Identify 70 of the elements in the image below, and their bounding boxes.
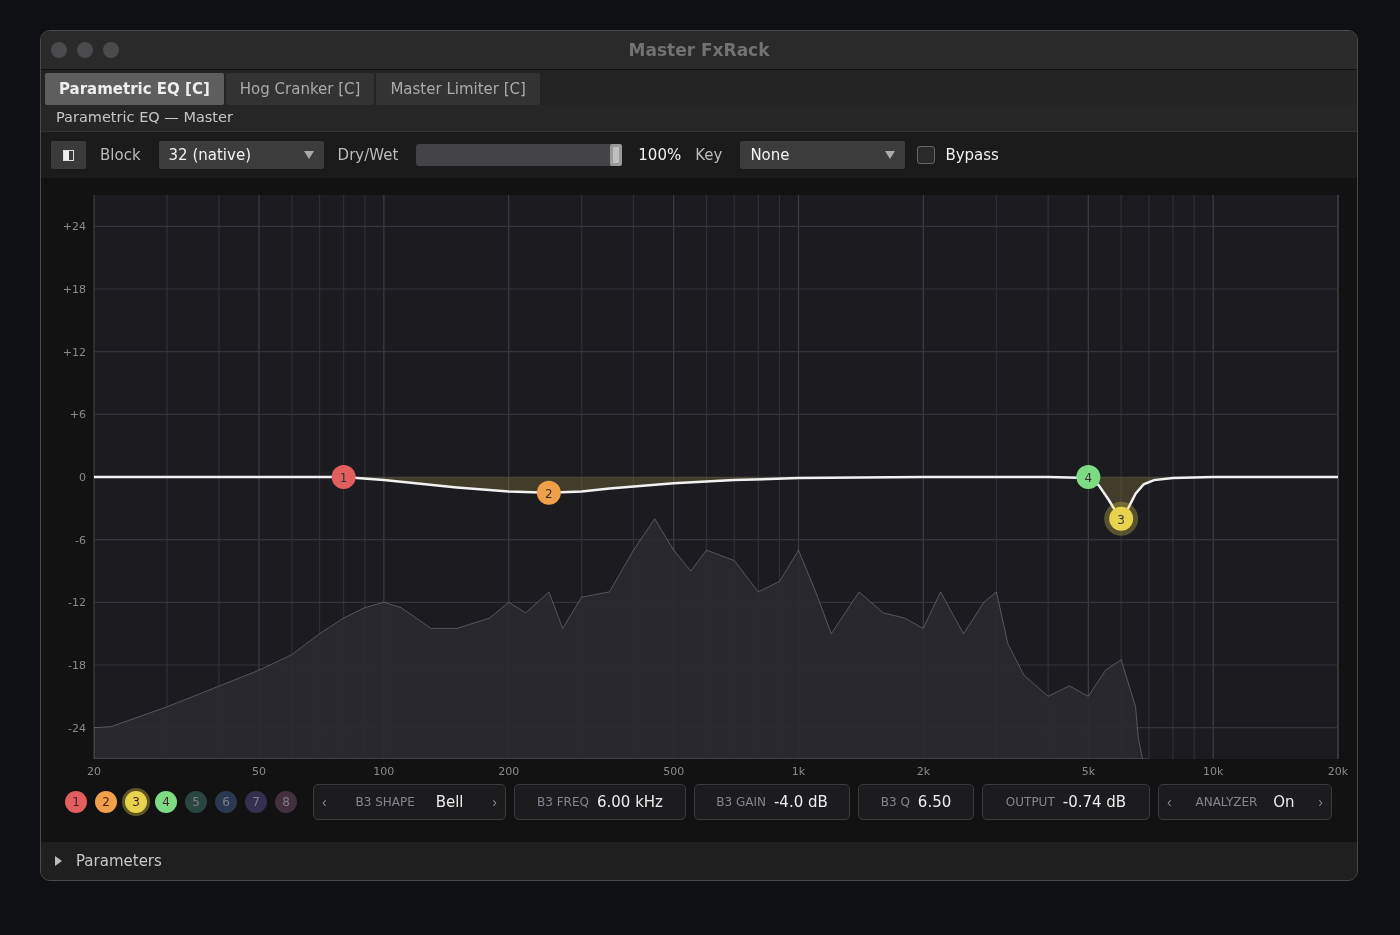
y-axis-label: +12 (62, 345, 86, 359)
sidebar-toggle-button[interactable] (51, 141, 86, 169)
plugin-subtitle: Parametric EQ — Master (56, 109, 233, 125)
y-axis-label: -24 (68, 721, 86, 735)
key-label: Key (695, 146, 723, 164)
bypass-checkbox[interactable] (917, 146, 936, 164)
x-axis-label: 1k (791, 765, 806, 778)
drywet-label: Dry/Wet (337, 146, 399, 164)
y-axis-label: +24 (62, 220, 86, 234)
x-axis-label: 100 (373, 765, 395, 778)
y-axis-label: -18 (68, 659, 86, 672)
x-axis-label: 500 (663, 765, 685, 778)
block-label: Block (100, 146, 141, 164)
next-button[interactable]: › (484, 794, 505, 810)
sidebar-icon (63, 149, 74, 161)
window-title: Master FxRack (628, 40, 770, 60)
parameter-value: 6.00 kHz (596, 793, 663, 811)
plugin-tab[interactable]: Parametric EQ [C] (45, 73, 224, 105)
parameter-label: ANALYZER (1195, 795, 1258, 809)
previous-button[interactable]: ‹ (1159, 794, 1180, 810)
parameter-label: OUTPUT (1005, 795, 1055, 809)
drywet-reading: 100% (638, 146, 682, 164)
x-axis-label: 10k (1203, 765, 1224, 778)
drywet-slider[interactable] (416, 144, 623, 166)
block-dropdown[interactable]: 32 (native) (158, 141, 324, 169)
y-axis-label: +6 (69, 408, 86, 422)
band-node[interactable]: 4 (1076, 465, 1101, 489)
caret-icon (303, 151, 314, 159)
parameter-label: B3 FREQ (537, 795, 589, 809)
parameters-section-label[interactable]: Parameters (76, 852, 162, 870)
band-chip[interactable]: 1 (65, 791, 87, 813)
band-node[interactable]: 2 (536, 480, 561, 505)
parameter-value: On (1273, 793, 1295, 811)
band-chip[interactable]: 2 (95, 791, 117, 813)
parameter-value: 6.50 (917, 793, 952, 811)
parameter-value: Bell (435, 793, 464, 811)
band-node[interactable]: 1 (331, 465, 356, 489)
disclosure-triangle-icon[interactable] (55, 856, 62, 866)
x-axis-label: 2k (916, 765, 930, 778)
caret-icon (885, 151, 896, 159)
parameter-field[interactable]: B3 Q 6.50 (858, 784, 974, 820)
previous-button[interactable]: ‹ (314, 794, 335, 810)
next-button[interactable]: › (1310, 794, 1331, 810)
parameter-field[interactable]: B3 FREQ 6.00 kHz (514, 784, 686, 820)
x-axis-label: 20k (1327, 765, 1349, 778)
x-axis-label: 20 (87, 765, 101, 778)
y-axis-label: -6 (75, 533, 86, 547)
y-axis-label: +18 (62, 283, 86, 296)
plugin-tab[interactable]: Hog Cranker [C] (225, 73, 375, 105)
y-axis-label: -12 (68, 596, 86, 610)
parameter-value: -0.74 dB (1062, 793, 1127, 811)
band-node[interactable]: 3 (1109, 506, 1134, 531)
key-dropdown[interactable]: None (740, 141, 906, 169)
x-axis-label: 50 (252, 765, 266, 778)
band-chip[interactable]: 4 (155, 791, 177, 813)
bypass-label: Bypass (945, 146, 999, 164)
band-chip[interactable]: 3 (125, 791, 147, 813)
parameter-label: B3 Q (880, 795, 910, 809)
plugin-tab[interactable]: Master Limiter [C] (376, 73, 540, 105)
parameter-value: -4.0 dB (773, 793, 828, 811)
parameter-label: B3 SHAPE (355, 795, 415, 809)
band-chip[interactable]: 8 (275, 791, 297, 813)
band-chip[interactable]: 7 (245, 791, 267, 813)
x-axis-label: 5k (1081, 765, 1096, 778)
parameter-field[interactable]: B3 GAIN -4.0 dB (694, 784, 850, 820)
parameter-field[interactable]: OUTPUT -0.74 dB (982, 784, 1150, 820)
x-axis-label: 200 (498, 765, 520, 778)
slider-thumb[interactable] (610, 144, 623, 166)
parameter-label: B3 GAIN (716, 795, 766, 809)
y-axis-label: 0 (79, 471, 86, 484)
